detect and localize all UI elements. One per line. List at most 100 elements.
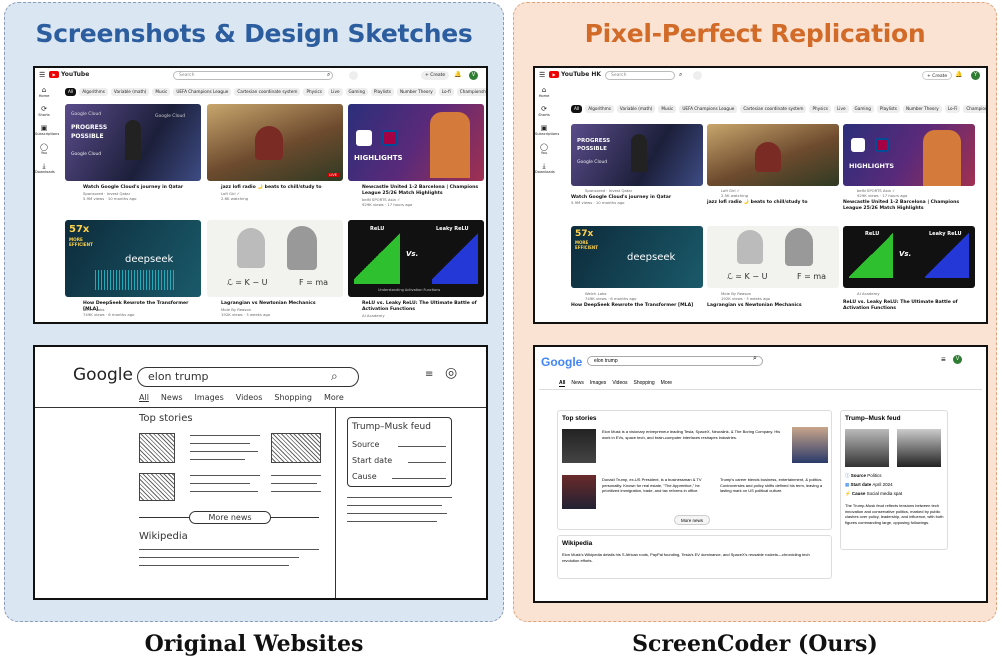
filter-chip[interactable]: Playlists [370,88,394,96]
video-channel[interactable]: AI Academy [362,313,385,319]
sidebar-item[interactable]: ⤓ Downloads [35,162,55,174]
filter-chip[interactable]: Championships [456,88,486,96]
sidebar-item[interactable]: ▣ Subscriptions [35,124,59,136]
sidebar-item[interactable]: ⌂ Home [35,86,53,98]
story-photo[interactable] [562,475,596,509]
video-channel[interactable]: Sponsored · Invest Qatar [585,188,632,194]
filter-chip[interactable]: Variable (math) [110,88,150,96]
sidebar-item[interactable]: ⟳ Shorts [535,105,553,117]
filter-chip[interactable]: All [571,105,583,113]
search-tab[interactable]: More [324,393,344,402]
sidebar-item[interactable]: ⟳ Shorts [35,105,53,117]
kp-photo[interactable] [845,429,889,467]
video-thumb-newcastle[interactable]: HIGHLIGHTS [348,104,484,181]
video-thumb-newcastle[interactable]: HIGHLIGHTS [843,124,975,186]
video-title[interactable]: Newcastle United 1-2 Barcelona | Champio… [362,185,482,196]
video-thumb-lagrangian[interactable]: ℒ = K − U F = ma [207,220,343,297]
elon-photo[interactable] [562,429,596,463]
search-tab[interactable]: Videos [612,380,627,387]
filter-chip[interactable]: Music [658,105,677,113]
search-input[interactable]: Search [173,71,333,80]
avatar[interactable]: V [953,355,962,364]
video-thumb-lofi[interactable]: LIVE [207,104,343,181]
video-title[interactable]: ReLU vs. Leaky ReLU: The Ultimate Battle… [362,301,482,312]
filter-chip[interactable]: Live [833,105,849,113]
more-news-button[interactable]: More news [189,511,271,524]
filter-chip[interactable]: Cartesian coordinate system [234,88,301,96]
mic-icon[interactable] [693,71,702,80]
video-thumb-google-cloud[interactable]: PROGRESS POSSIBLE Google Cloud [571,124,703,186]
create-button[interactable]: + Create [421,71,450,80]
search-tab[interactable]: Shopping [274,393,312,402]
video-title[interactable]: ReLU vs. Leaky ReLU: The Ultimate Battle… [843,300,977,311]
filter-chip[interactable]: Algorithms [79,88,108,96]
video-thumb-lofi[interactable] [707,124,839,186]
video-thumb-deepseek[interactable]: 57x MORE EFFICIENT deepseek [571,226,703,288]
filter-chip[interactable]: UEFA Champions League [173,88,232,96]
search-tab[interactable]: News [161,393,183,402]
filter-chip[interactable]: Playlists [876,105,900,113]
filter-chip[interactable]: Music [152,88,171,96]
filter-chip[interactable]: Lo-Fi [944,105,961,113]
google-logo[interactable]: Google [73,365,133,385]
bell-icon[interactable]: 🔔 [454,71,461,78]
search-icon[interactable]: ⌕ [753,355,757,363]
menu-icon[interactable]: ☰ [39,71,45,79]
filter-chip[interactable]: Algorithms [585,105,614,113]
search-tab[interactable]: All [139,393,149,402]
search-icon[interactable]: ⌕ [331,369,338,384]
menu-icon[interactable]: ≡ [941,355,946,364]
search-tab[interactable]: Images [195,393,224,402]
filter-chip[interactable]: Championships [963,105,986,113]
search-icon[interactable]: ⌕ [327,71,330,79]
filter-chip[interactable]: Gaming [345,88,368,96]
search-input[interactable]: elon trump [587,356,763,366]
filter-chip[interactable]: Number Theory [396,88,436,96]
create-button[interactable]: + Create [922,71,953,80]
story-text[interactable]: Donald Trump, ex-US President, is a busi… [602,477,712,494]
google-logo[interactable]: Google [541,355,582,369]
search-input[interactable]: Search [605,71,675,80]
video-title[interactable]: Lagrangian vs Newtonian Mechanics [221,301,336,307]
sidebar-item[interactable]: ◯ You [35,143,53,155]
filter-chip[interactable]: UEFA Champions League [679,105,738,113]
video-title[interactable]: How DeepSeek Rewrote the Transformer [ML… [571,303,701,309]
search-tab[interactable]: News [571,380,584,387]
menu-icon[interactable]: ≡ [425,369,433,380]
account-icon[interactable]: ◎ [445,365,457,381]
trump-photo[interactable] [792,427,828,463]
search-tab[interactable]: Images [590,380,606,387]
sidebar-item[interactable]: ⤓ Downloads [535,162,555,174]
avatar[interactable]: V [469,71,478,80]
video-title[interactable]: jazz lofi radio 🌙 beats to chill/study t… [221,185,336,191]
filter-chip[interactable]: All [65,88,77,96]
video-title[interactable]: Watch Google Cloud's journey in Qatar [83,185,198,191]
video-thumb-deepseek[interactable]: 57x MORE EFFICIENT deepseek [65,220,201,297]
search-tab[interactable]: Shopping [634,380,655,387]
filter-chip[interactable]: Physics [303,88,325,96]
filter-chip[interactable]: Variable (math) [616,105,656,113]
video-thumb-google-cloud[interactable]: Google Cloud PROGRESS POSSIBLE Google Cl… [65,104,201,181]
filter-chip[interactable]: Live [327,88,343,96]
wiki-text[interactable]: Elon Musk's Wikipedia details his S Afri… [562,552,822,563]
sidebar-item[interactable]: ⌂ Home [535,86,553,98]
video-thumb-relu[interactable]: ReLU Leaky ReLU Vs. Understanding Activa… [348,220,484,297]
filter-chip[interactable]: Physics [809,105,831,113]
avatar[interactable]: Y [971,71,980,80]
search-tab[interactable]: All [559,380,566,387]
filter-chip[interactable]: Gaming [851,105,874,113]
video-title[interactable]: Lagrangian vs Newtonian Mechanics [707,303,837,309]
mic-icon[interactable] [349,71,358,80]
filter-chip[interactable]: Cartesian coordinate system [740,105,807,113]
yt-logo[interactable]: ▶ YouTube [49,71,89,78]
sidebar-item[interactable]: ◯ You [535,143,553,155]
sidebar-item[interactable]: ▣ Subscriptions [535,124,559,136]
kp-photo[interactable] [897,429,941,467]
yt-logo[interactable]: ▶ YouTube HK [549,71,601,78]
video-channel[interactable]: AI Academy [857,291,880,297]
story-text[interactable]: Trump's career blends business, entertai… [720,477,828,494]
story-text[interactable]: Elon Musk is a visionary entrepreneur le… [602,429,782,440]
video-title[interactable]: Newcastle United 1-2 Barcelona | Champio… [843,200,977,211]
video-title[interactable]: jazz lofi radio 🌙 beats to chill/study t… [707,200,837,206]
video-thumb-relu[interactable]: ReLU Leaky ReLU Vs. [843,226,975,288]
